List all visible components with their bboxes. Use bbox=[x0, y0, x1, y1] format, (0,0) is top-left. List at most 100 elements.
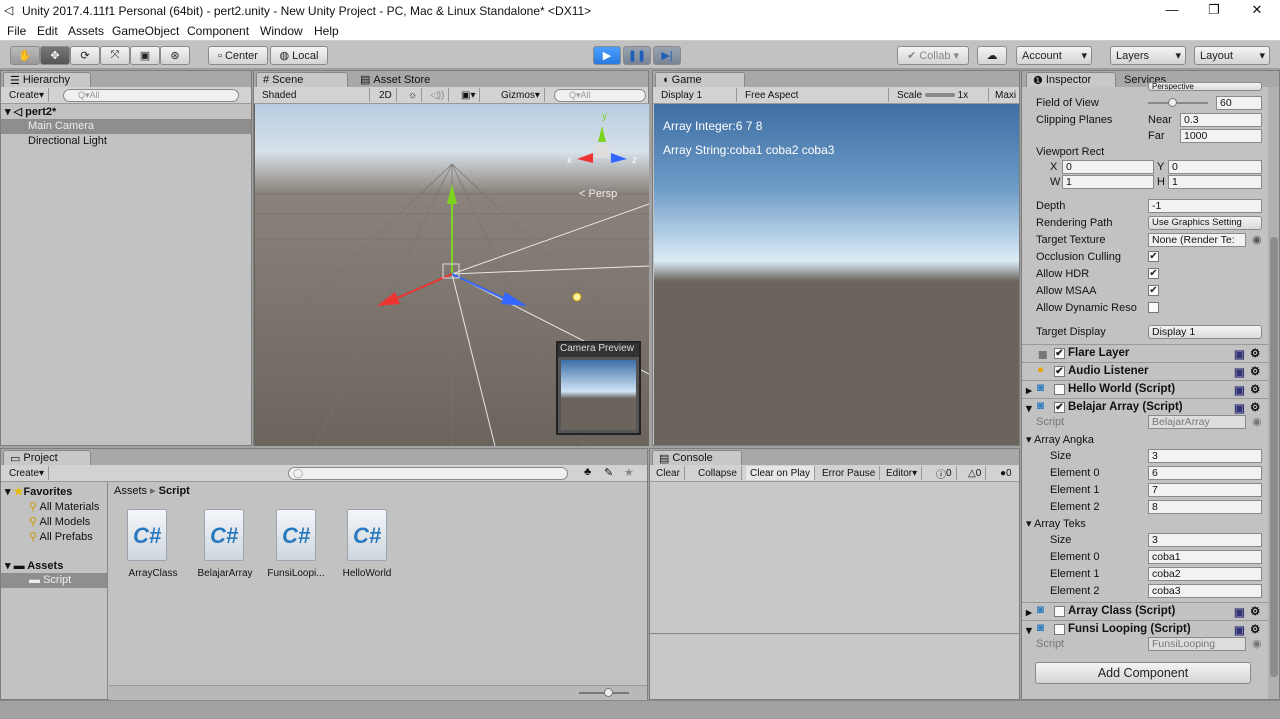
gear-icon[interactable]: ⚙ bbox=[1250, 622, 1260, 636]
asset-hello-world[interactable]: C# bbox=[347, 509, 387, 561]
console-warning-toggle[interactable]: △ 0 bbox=[964, 466, 987, 480]
hierarchy-item-directional-light[interactable]: Directional Light bbox=[1, 134, 251, 149]
flare-enabled-checkbox[interactable]: ✔ bbox=[1054, 348, 1065, 359]
object-picker-icon[interactable]: ◉ bbox=[1252, 415, 1262, 428]
hdr-checkbox[interactable]: ✔ bbox=[1148, 268, 1159, 279]
asset-funsi-looping[interactable]: C# bbox=[276, 509, 316, 561]
scale-slider[interactable]: Scale 1x bbox=[893, 88, 989, 102]
teks-element-2-input[interactable]: coba3 bbox=[1148, 584, 1262, 598]
tab-asset-store[interactable]: ▤ Asset Store bbox=[354, 72, 436, 87]
tab-hierarchy[interactable]: ☰ Hierarchy bbox=[3, 72, 91, 87]
dynres-checkbox[interactable] bbox=[1148, 302, 1159, 313]
pivot-local-button[interactable]: ◍ Local bbox=[270, 46, 328, 65]
funsi-script-field[interactable]: FunsiLooping bbox=[1148, 637, 1246, 651]
expand-arrow-icon[interactable]: ▾ bbox=[1026, 623, 1032, 637]
projection-dropdown[interactable]: Perspective bbox=[1148, 82, 1262, 91]
slider-knob[interactable] bbox=[604, 688, 613, 697]
account-dropdown[interactable]: Account ▾ bbox=[1016, 46, 1092, 65]
aspect-dropdown[interactable]: Free Aspect bbox=[741, 88, 889, 102]
z-axis-handle[interactable] bbox=[451, 273, 506, 300]
favorite-all-models[interactable]: ⚲ All Models bbox=[1, 514, 107, 529]
component-audio-listener[interactable]: ● ✔ Audio Listener ▣ ⚙ bbox=[1022, 362, 1268, 380]
tab-console[interactable]: ▤ Console bbox=[652, 450, 742, 465]
belajar-enabled-checkbox[interactable]: ✔ bbox=[1054, 402, 1065, 413]
layers-dropdown[interactable]: Layers ▾ bbox=[1110, 46, 1186, 65]
depth-input[interactable]: -1 bbox=[1148, 199, 1262, 213]
gizmos-dropdown[interactable]: Gizmos ▾ bbox=[497, 88, 545, 102]
tab-project[interactable]: ▭ Project bbox=[3, 450, 91, 465]
occlusion-checkbox[interactable]: ✔ bbox=[1148, 251, 1159, 262]
menu-window[interactable]: Window bbox=[260, 24, 303, 38]
component-array-class[interactable]: ▸ ◙ Array Class (Script) ▣ ⚙ bbox=[1022, 602, 1268, 620]
menu-help[interactable]: Help bbox=[314, 24, 339, 38]
object-picker-icon[interactable]: ◉ bbox=[1252, 637, 1262, 650]
gear-icon[interactable]: ⚙ bbox=[1250, 364, 1260, 378]
menu-component[interactable]: Component bbox=[187, 24, 249, 38]
favorite-star-icon[interactable]: ★ bbox=[624, 466, 634, 479]
step-button[interactable]: ▶| bbox=[653, 46, 681, 65]
scene-search-input[interactable]: Q▾All bbox=[554, 89, 646, 102]
gear-icon[interactable]: ⚙ bbox=[1250, 604, 1260, 618]
menu-gameobject[interactable]: GameObject bbox=[112, 24, 179, 38]
assets-folder-item[interactable]: ▾ ▬ Assets bbox=[1, 558, 107, 573]
asset-belajar-array[interactable]: C# bbox=[204, 509, 244, 561]
menu-edit[interactable]: Edit bbox=[37, 24, 58, 38]
teks-element-1-input[interactable]: coba2 bbox=[1148, 567, 1262, 581]
object-picker-icon[interactable]: ◉ bbox=[1252, 233, 1262, 246]
audio-icon[interactable]: ◁)) bbox=[426, 88, 450, 102]
rect-tool-icon[interactable]: ▣ bbox=[130, 46, 160, 65]
effects-icon[interactable]: ▣▾ bbox=[457, 88, 481, 102]
console-clear-button[interactable]: Clear bbox=[652, 466, 685, 480]
angka-element-2-input[interactable]: 8 bbox=[1148, 500, 1262, 514]
component-flare-layer[interactable]: ◼ ✔ Flare Layer ▣ ⚙ bbox=[1022, 344, 1268, 362]
filter-by-label-icon[interactable]: ✎ bbox=[604, 466, 613, 479]
help-icon[interactable]: ▣ bbox=[1234, 605, 1245, 619]
help-icon[interactable]: ▣ bbox=[1234, 383, 1245, 397]
target-display-dropdown[interactable]: Display 1 bbox=[1148, 325, 1262, 339]
maximize-on-play-button[interactable]: Maxi bbox=[991, 88, 1020, 102]
inspector-scrollbar[interactable] bbox=[1268, 87, 1279, 699]
fov-input[interactable]: 60 bbox=[1216, 96, 1262, 110]
move-tool-icon[interactable]: ✥ bbox=[40, 46, 70, 65]
viewport-y-input[interactable]: 0 bbox=[1168, 160, 1262, 174]
orientation-gizmo[interactable] bbox=[577, 126, 627, 163]
cloud-icon[interactable]: ☁ bbox=[977, 46, 1007, 65]
tab-inspector[interactable]: ❶ Inspector bbox=[1026, 72, 1116, 87]
play-button[interactable]: ▶ bbox=[593, 46, 621, 65]
shading-dropdown[interactable]: Shaded bbox=[258, 88, 370, 102]
hand-tool-icon[interactable]: ✋ bbox=[10, 46, 40, 65]
rendering-path-dropdown[interactable]: Use Graphics Setting bbox=[1148, 216, 1262, 230]
teks-element-0-input[interactable]: coba1 bbox=[1148, 550, 1262, 564]
pause-button[interactable]: ❚❚ bbox=[623, 46, 651, 65]
target-texture-field[interactable]: None (Render Te: bbox=[1148, 233, 1246, 247]
scrollbar-thumb[interactable] bbox=[1270, 237, 1278, 677]
audio-enabled-checkbox[interactable]: ✔ bbox=[1054, 366, 1065, 377]
gear-icon[interactable]: ⚙ bbox=[1250, 382, 1260, 396]
array-angka-row[interactable]: ▾ Array Angka bbox=[1026, 431, 1268, 448]
maximize-button[interactable]: ❐ bbox=[1199, 2, 1229, 18]
breadcrumb-assets[interactable]: Assets bbox=[114, 485, 147, 497]
arrayclass-enabled-checkbox[interactable] bbox=[1054, 606, 1065, 617]
funsi-enabled-checkbox[interactable] bbox=[1054, 624, 1065, 635]
expand-arrow-icon[interactable]: ▸ bbox=[1026, 383, 1032, 397]
favorite-all-prefabs[interactable]: ⚲ All Prefabs bbox=[1, 529, 107, 544]
minimize-button[interactable]: — bbox=[1157, 2, 1187, 17]
menu-assets[interactable]: Assets bbox=[68, 24, 104, 38]
breadcrumb-script[interactable]: Script bbox=[159, 485, 190, 497]
hierarchy-item-main-camera[interactable]: Main Camera bbox=[1, 119, 251, 134]
hello-enabled-checkbox[interactable] bbox=[1054, 384, 1065, 395]
viewport-w-input[interactable]: 1 bbox=[1062, 175, 1154, 189]
array-teks-row[interactable]: ▾ Array Teks bbox=[1026, 515, 1268, 532]
persp-label[interactable]: < Persp bbox=[579, 188, 617, 200]
teks-size-input[interactable]: 3 bbox=[1148, 533, 1262, 547]
help-icon[interactable]: ▣ bbox=[1234, 347, 1245, 361]
belajar-script-field[interactable]: BelajarArray bbox=[1148, 415, 1246, 429]
far-input[interactable]: 1000 bbox=[1180, 129, 1262, 143]
scene-root-item[interactable]: ▾ ◁ pert2* bbox=[1, 104, 251, 119]
console-error-toggle[interactable]: ● 0 bbox=[996, 466, 1016, 480]
viewport-x-input[interactable]: 0 bbox=[1062, 160, 1154, 174]
scene-viewport[interactable]: y x z < Persp Camera Preview bbox=[255, 104, 649, 446]
component-hello-world[interactable]: ▸ ◙ Hello World (Script) ▣ ⚙ bbox=[1022, 380, 1268, 398]
gear-icon[interactable]: ⚙ bbox=[1250, 400, 1260, 414]
help-icon[interactable]: ▣ bbox=[1234, 365, 1245, 379]
